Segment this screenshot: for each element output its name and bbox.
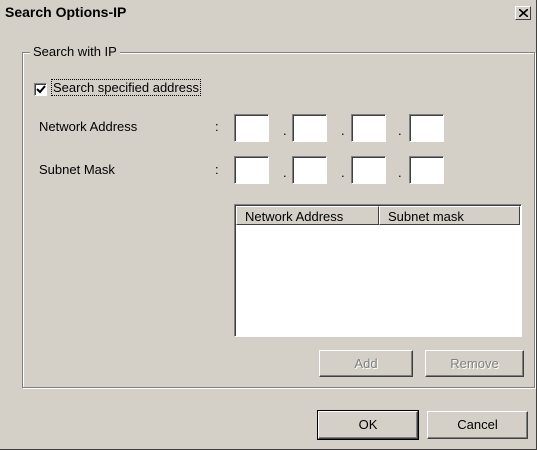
octet-separator: . [341, 123, 345, 138]
subnet-mask-octet-2[interactable] [292, 156, 327, 184]
title-bar: Search Options-IP [2, 2, 533, 23]
column-header-subnet-mask[interactable]: Subnet mask [379, 206, 520, 225]
octet-separator: . [283, 165, 287, 180]
address-list[interactable]: Network Address Subnet mask [234, 204, 522, 337]
add-button-label: Add [354, 356, 378, 371]
column-header-network-address[interactable]: Network Address [236, 206, 379, 225]
close-button[interactable] [515, 6, 531, 20]
network-address-octet-3[interactable] [351, 114, 386, 142]
add-button[interactable]: Add [319, 350, 413, 377]
cancel-button[interactable]: Cancel [427, 411, 528, 439]
network-address-octet-2[interactable] [292, 114, 327, 142]
checkbox-label[interactable]: Search specified address [51, 79, 201, 96]
close-icon [519, 9, 528, 17]
group-label: Search with IP [30, 44, 120, 59]
subnet-mask-colon: : [215, 162, 219, 177]
check-icon [36, 85, 46, 94]
subnet-mask-label: Subnet Mask [39, 162, 115, 177]
cancel-button-label: Cancel [457, 417, 498, 432]
octet-separator: . [398, 165, 402, 180]
subnet-mask-octet-1[interactable] [234, 156, 269, 184]
search-specified-address-checkbox[interactable] [34, 83, 47, 96]
network-address-colon: : [215, 119, 219, 134]
ok-button-label: OK [358, 417, 378, 432]
network-address-octet-1[interactable] [234, 114, 269, 142]
octet-separator: . [341, 165, 345, 180]
remove-button[interactable]: Remove [425, 350, 524, 377]
dialog-title: Search Options-IP [5, 4, 127, 20]
network-address-octet-4[interactable] [409, 114, 444, 142]
octet-separator: . [283, 123, 287, 138]
octet-separator: . [398, 123, 402, 138]
network-address-label: Network Address [39, 119, 138, 134]
ok-button[interactable]: OK [317, 410, 419, 440]
subnet-mask-octet-4[interactable] [409, 156, 444, 184]
search-options-dialog: Search Options-IP Search with IP Search … [0, 0, 537, 450]
remove-button-label: Remove [450, 356, 499, 371]
subnet-mask-octet-3[interactable] [351, 156, 386, 184]
